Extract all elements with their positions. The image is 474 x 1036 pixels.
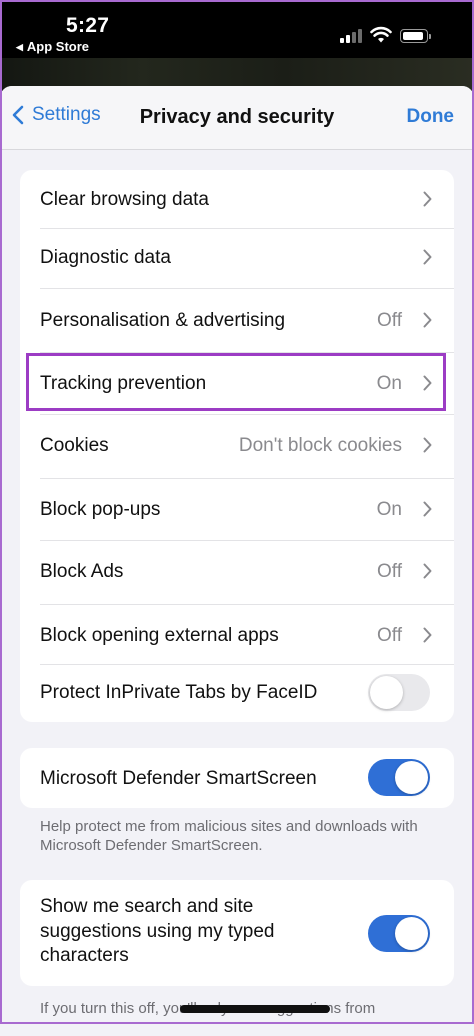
row-value: Off bbox=[377, 310, 402, 331]
row-label: Cookies bbox=[40, 435, 109, 456]
chevron-right-icon bbox=[423, 501, 432, 517]
status-bar: 5:27 ◀ App Store bbox=[0, 0, 474, 58]
block-popups-row[interactable]: Block pop-ups On bbox=[20, 478, 454, 540]
redaction-scribble bbox=[180, 1005, 330, 1013]
suggestions-toggle[interactable] bbox=[368, 915, 430, 952]
row-label: Block Ads bbox=[40, 561, 124, 582]
chevron-right-icon bbox=[423, 191, 432, 207]
toggle-knob bbox=[395, 761, 428, 794]
chevron-right-icon bbox=[423, 437, 432, 453]
smartscreen-group: Microsoft Defender SmartScreen bbox=[20, 748, 454, 808]
back-to-app-store-link[interactable]: ◀ App Store bbox=[16, 39, 89, 54]
personalisation-advertising-row[interactable]: Personalisation & advertising Off bbox=[20, 288, 454, 352]
chevron-right-icon bbox=[423, 249, 432, 265]
block-ads-row[interactable]: Block Ads Off bbox=[20, 540, 454, 604]
suggestions-group: Show me search and site suggestions usin… bbox=[20, 880, 454, 986]
row-label: Protect InPrivate Tabs by FaceID bbox=[40, 682, 318, 703]
row-label: Personalisation & advertising bbox=[40, 310, 286, 331]
toggle-knob bbox=[370, 676, 403, 709]
signal-icon bbox=[340, 29, 364, 43]
row-label: Block pop-ups bbox=[40, 499, 161, 520]
row-value: Off bbox=[377, 625, 402, 646]
row-label: Diagnostic data bbox=[40, 247, 171, 268]
chevron-right-icon bbox=[423, 627, 432, 643]
chevron-right-icon bbox=[423, 563, 432, 579]
row-label: Block opening external apps bbox=[40, 625, 279, 646]
wifi-icon bbox=[370, 26, 392, 43]
row-value: On bbox=[376, 499, 402, 520]
chevron-right-icon bbox=[423, 312, 432, 328]
diagnostic-data-row[interactable]: Diagnostic data bbox=[20, 228, 454, 288]
row-label: Clear browsing data bbox=[40, 189, 209, 210]
navigation-bar: Settings Privacy and security Done bbox=[0, 86, 474, 150]
row-value: Don't block cookies bbox=[238, 435, 402, 456]
back-triangle-icon: ◀ bbox=[16, 42, 23, 52]
row-value: Off bbox=[377, 561, 402, 582]
clear-browsing-data-row[interactable]: Clear browsing data bbox=[20, 170, 454, 228]
tracking-prevention-highlight bbox=[26, 353, 446, 411]
smartscreen-row: Microsoft Defender SmartScreen bbox=[20, 748, 454, 808]
settings-sheet: Settings Privacy and security Done Clear… bbox=[0, 86, 474, 1036]
toggle-knob bbox=[395, 917, 428, 950]
smartscreen-footnote: Help protect me from malicious sites and… bbox=[40, 818, 418, 854]
done-button[interactable]: Done bbox=[407, 106, 455, 128]
block-external-apps-row[interactable]: Block opening external apps Off bbox=[20, 604, 454, 664]
inprivate-faceid-toggle[interactable] bbox=[368, 674, 430, 711]
row-label: Show me search and site suggestions usin… bbox=[40, 896, 275, 966]
status-time: 5:27 bbox=[66, 14, 110, 37]
privacy-settings-group: Clear browsing data Diagnostic data Pers… bbox=[20, 170, 454, 722]
battery-icon bbox=[400, 29, 431, 43]
cookies-row[interactable]: Cookies Don't block cookies bbox=[20, 414, 454, 478]
row-label: Microsoft Defender SmartScreen bbox=[40, 768, 317, 789]
inprivate-faceid-row: Protect InPrivate Tabs by FaceID bbox=[20, 664, 454, 722]
back-app-label: App Store bbox=[26, 39, 90, 54]
page-title: Privacy and security bbox=[139, 106, 335, 128]
suggestions-row: Show me search and site suggestions usin… bbox=[20, 880, 454, 986]
smartscreen-toggle[interactable] bbox=[368, 759, 430, 796]
